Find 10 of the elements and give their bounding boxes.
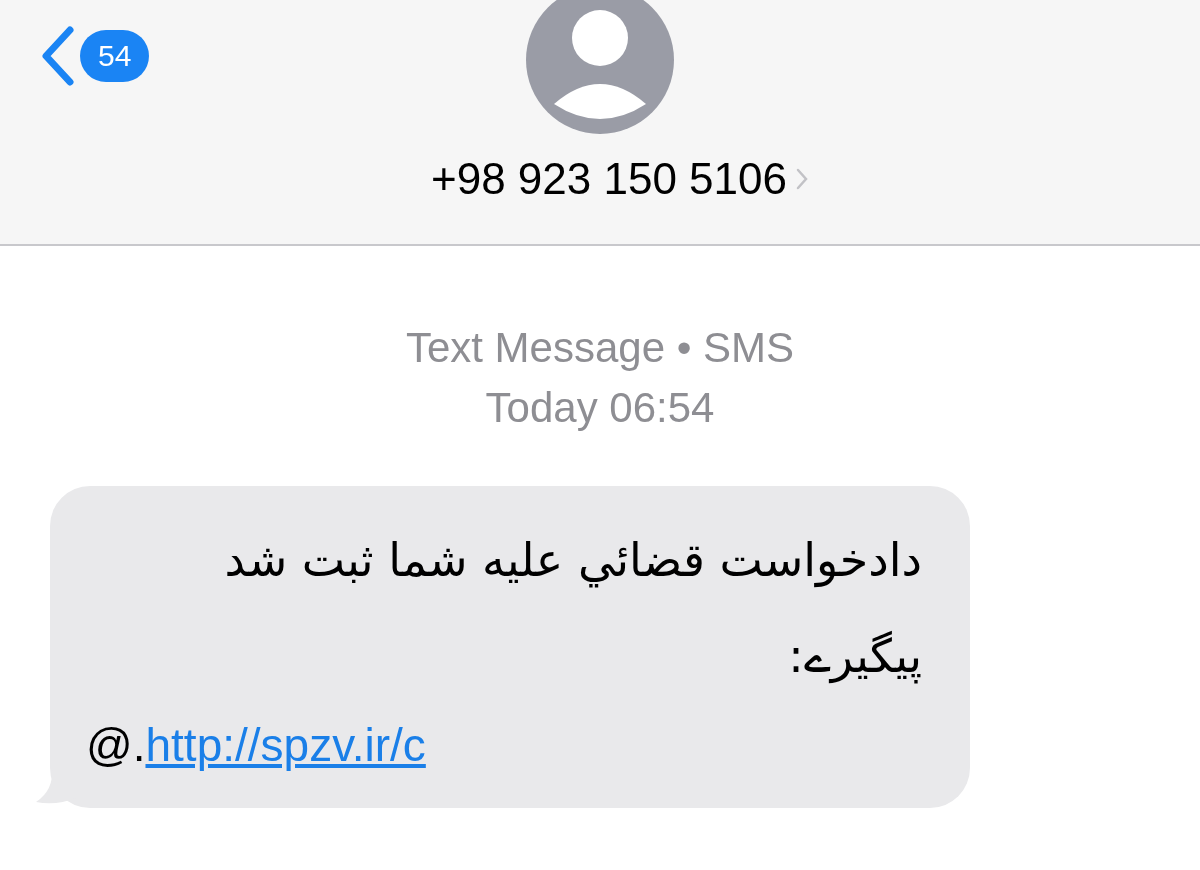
message-link[interactable]: http://spzv.ir/c (145, 719, 426, 771)
message-text: دادخواست قضائي عليه شما ثبت شد پيگيرے: (223, 532, 922, 686)
unread-badge[interactable]: 54 (80, 30, 150, 82)
service-label: Text Message • SMS (405, 323, 795, 373)
back-icon[interactable] (40, 26, 76, 86)
avatar-icon[interactable] (526, 0, 674, 134)
message-link-line: @.http://spzv.ir/c (86, 718, 427, 772)
chevron-icon (795, 167, 809, 191)
timestamp: Today 06:54 (485, 383, 715, 433)
contact-number[interactable]: +98 923 150 5106 (431, 154, 787, 204)
